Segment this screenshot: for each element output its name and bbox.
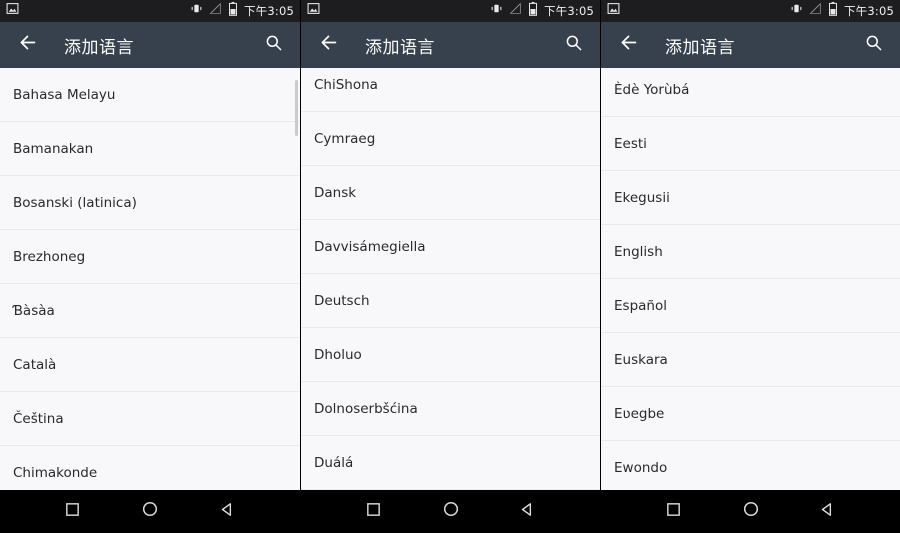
status-bar: 下午3:05: [301, 0, 600, 22]
status-bar: 下午3:05: [0, 0, 300, 22]
list-item[interactable]: Deutsch: [301, 274, 600, 328]
list-item[interactable]: Davvisámegiella: [301, 220, 600, 274]
language-list-container-3[interactable]: Èdè Yorùbá Eesti Ekegusii English Españo…: [601, 68, 900, 490]
list-item[interactable]: Ɓàsàa: [0, 284, 300, 338]
list-item[interactable]: English: [601, 225, 900, 279]
app-toolbar: 添加语言: [0, 22, 300, 68]
list-item[interactable]: Eʋegbe: [601, 387, 900, 441]
arrow-back-icon: [318, 32, 339, 58]
scrollbar-thumb[interactable]: [295, 80, 298, 136]
arrow-back-icon: [618, 32, 639, 58]
language-list-container-1[interactable]: Bahasa Melayu Bamanakan Bosanski (latini…: [0, 68, 300, 490]
back-button[interactable]: [613, 30, 643, 60]
list-item[interactable]: Brezhoneg: [0, 230, 300, 284]
home-button[interactable]: [130, 490, 170, 533]
search-button[interactable]: [858, 30, 888, 60]
list-item[interactable]: Eesti: [601, 117, 900, 171]
list-item[interactable]: Bahasa Melayu: [0, 68, 300, 122]
list-item[interactable]: Dholuo: [301, 328, 600, 382]
signal-off-icon: [209, 2, 222, 20]
status-bar-notifications: [307, 2, 320, 20]
status-bar: 下午3:05: [601, 0, 900, 22]
list-item[interactable]: Català: [0, 338, 300, 392]
back-button[interactable]: [12, 30, 42, 60]
system-navigation-bar: [301, 490, 600, 533]
search-button[interactable]: [558, 30, 588, 60]
vibrate-icon: [190, 2, 203, 20]
image-icon: [307, 2, 320, 20]
system-navigation-bar: [0, 490, 300, 533]
list-item[interactable]: Bosanski (latinica): [0, 176, 300, 230]
system-navigation-bar: [601, 490, 900, 533]
vibrate-icon: [790, 2, 803, 20]
back-button[interactable]: [313, 30, 343, 60]
battery-icon: [228, 1, 238, 21]
list-item[interactable]: Español: [601, 279, 900, 333]
language-list-2: ChiShona Cymraeg Dansk Davvisámegiella D…: [301, 68, 600, 490]
list-item[interactable]: Euskara: [601, 333, 900, 387]
back-triangle-icon: [819, 501, 836, 523]
language-list-1: Bahasa Melayu Bamanakan Bosanski (latini…: [0, 68, 300, 490]
list-item[interactable]: Cymraeg: [301, 112, 600, 166]
list-item[interactable]: Čeština: [0, 392, 300, 446]
device-panel-1: 下午3:05 添加语言 Bahasa Melayu Bamanakan Bosa…: [0, 0, 300, 533]
recents-button[interactable]: [654, 490, 694, 533]
recents-square-icon: [665, 501, 682, 523]
status-bar-system-icons: 下午3:05: [190, 1, 294, 21]
page-title: 添加语言: [665, 37, 735, 58]
recents-square-icon: [64, 501, 81, 523]
language-list-container-2[interactable]: ChiShona Cymraeg Dansk Davvisámegiella D…: [301, 68, 600, 490]
device-panel-2: 下午3:05 添加语言 ChiShona Cymraeg Dansk Davvi: [300, 0, 600, 533]
recents-square-icon: [365, 501, 382, 523]
list-item[interactable]: Chimakonde: [0, 446, 300, 490]
list-item[interactable]: Dansk: [301, 166, 600, 220]
language-list-3: Èdè Yorùbá Eesti Ekegusii English Españo…: [601, 68, 900, 490]
app-toolbar: 添加语言: [301, 22, 600, 68]
back-nav-button[interactable]: [808, 490, 848, 533]
list-item[interactable]: Ewondo: [601, 441, 900, 490]
back-nav-button[interactable]: [508, 490, 548, 533]
status-bar-clock: 下午3:05: [543, 4, 594, 18]
back-triangle-icon: [519, 501, 536, 523]
status-bar-clock: 下午3:05: [843, 4, 894, 18]
screenshot-triptych: 下午3:05 添加语言 Bahasa Melayu Bamanakan Bosa…: [0, 0, 900, 533]
status-bar-system-icons: 下午3:05: [790, 1, 894, 21]
home-circle-icon: [442, 500, 460, 523]
recents-button[interactable]: [53, 490, 93, 533]
home-button[interactable]: [731, 490, 771, 533]
device-panel-3: 下午3:05 添加语言 Èdè Yorùbá Eesti Ekegusii En: [600, 0, 900, 533]
status-bar-notifications: [607, 2, 620, 20]
home-circle-icon: [742, 500, 760, 523]
list-item[interactable]: ChiShona: [301, 68, 600, 112]
back-triangle-icon: [219, 501, 236, 523]
battery-icon: [528, 1, 538, 21]
search-icon: [864, 33, 883, 57]
recents-button[interactable]: [354, 490, 394, 533]
search-button[interactable]: [258, 30, 288, 60]
list-item[interactable]: Dolnoserbšćina: [301, 382, 600, 436]
app-toolbar: 添加语言: [601, 22, 900, 68]
battery-icon: [828, 1, 838, 21]
arrow-back-icon: [17, 32, 38, 58]
search-icon: [564, 33, 583, 57]
home-circle-icon: [141, 500, 159, 523]
signal-off-icon: [809, 2, 822, 20]
image-icon: [607, 2, 620, 20]
list-item[interactable]: Bamanakan: [0, 122, 300, 176]
status-bar-system-icons: 下午3:05: [490, 1, 594, 21]
home-button[interactable]: [431, 490, 471, 533]
status-bar-clock: 下午3:05: [243, 4, 294, 18]
image-icon: [6, 2, 19, 20]
back-nav-button[interactable]: [207, 490, 247, 533]
search-icon: [264, 33, 283, 57]
status-bar-notifications: [6, 2, 19, 20]
page-title: 添加语言: [365, 37, 435, 58]
list-item[interactable]: Ekegusii: [601, 171, 900, 225]
page-title: 添加语言: [64, 37, 134, 58]
list-item[interactable]: Duálá: [301, 436, 600, 490]
vibrate-icon: [490, 2, 503, 20]
signal-off-icon: [509, 2, 522, 20]
list-item[interactable]: Èdè Yorùbá: [601, 68, 900, 117]
